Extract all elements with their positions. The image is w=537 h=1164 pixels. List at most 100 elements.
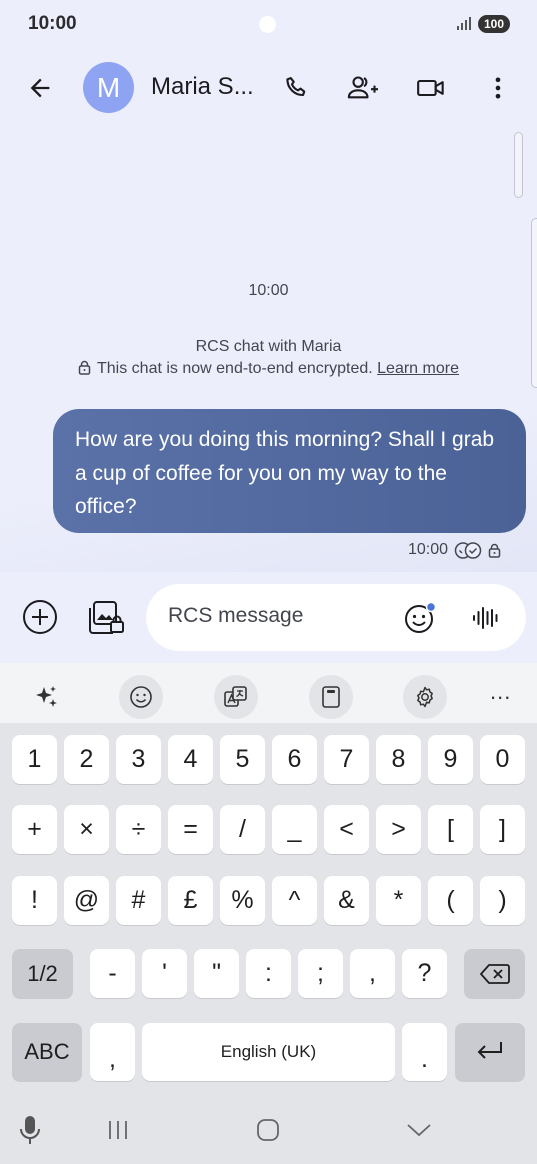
key-comma-symbol[interactable]: , xyxy=(350,949,395,998)
toolbar-more-button[interactable]: ... xyxy=(490,679,511,705)
key-double-quote[interactable]: " xyxy=(194,949,239,998)
key-plus[interactable]: + xyxy=(12,805,57,854)
sparkle-icon xyxy=(36,686,57,707)
key-multiply[interactable]: × xyxy=(64,805,109,854)
key-9[interactable]: 9 xyxy=(428,735,473,784)
gallery-lock-icon xyxy=(89,601,124,634)
status-bar: 10:00 100 xyxy=(0,0,537,48)
avatar[interactable]: M xyxy=(83,62,134,113)
key-hash[interactable]: # xyxy=(116,876,161,925)
key-divide[interactable]: ÷ xyxy=(116,805,161,854)
call-button[interactable] xyxy=(275,66,319,110)
encryption-text: This chat is now end-to-end encrypted. xyxy=(97,360,373,377)
learn-more-link[interactable]: Learn more xyxy=(377,360,459,377)
more-options-button[interactable] xyxy=(476,66,520,110)
key-4[interactable]: 4 xyxy=(168,735,213,784)
message-input[interactable] xyxy=(168,604,388,628)
key-pound[interactable]: £ xyxy=(168,876,213,925)
key-period[interactable]: . xyxy=(402,1023,447,1081)
key-open-bracket[interactable]: [ xyxy=(428,805,473,854)
keyboard-toolbar: ... xyxy=(0,663,537,723)
gallery-button[interactable] xyxy=(84,595,130,639)
scrollbar-thumb[interactable] xyxy=(514,132,523,198)
key-close-bracket[interactable]: ] xyxy=(480,805,525,854)
status-time: 10:00 xyxy=(28,13,77,34)
lock-icon xyxy=(488,543,501,558)
key-colon[interactable]: : xyxy=(246,949,291,998)
message-meta: 10:00 xyxy=(408,541,501,559)
key-hyphen[interactable]: - xyxy=(90,949,135,998)
key-3[interactable]: 3 xyxy=(116,735,161,784)
attach-button[interactable] xyxy=(18,595,62,639)
phone-icon xyxy=(286,77,306,97)
emoji-keyboard-button[interactable] xyxy=(119,675,163,719)
key-5[interactable]: 5 xyxy=(220,735,265,784)
backspace-icon xyxy=(479,963,510,984)
chevron-down-icon xyxy=(407,1124,431,1137)
key-6[interactable]: 6 xyxy=(272,735,317,784)
key-slash[interactable]: / xyxy=(220,805,265,854)
microphone-icon xyxy=(20,1116,40,1144)
key-7[interactable]: 7 xyxy=(324,735,369,784)
key-open-paren[interactable]: ( xyxy=(428,876,473,925)
rcs-chat-title: RCS chat with Maria xyxy=(195,338,342,355)
key-8[interactable]: 8 xyxy=(376,735,421,784)
back-button[interactable] xyxy=(18,66,62,110)
key-less-than[interactable]: < xyxy=(324,805,369,854)
hide-keyboard-button[interactable] xyxy=(399,1110,439,1150)
more-vert-icon xyxy=(495,77,501,99)
voice-message-button[interactable] xyxy=(464,596,508,640)
key-close-paren[interactable]: ) xyxy=(480,876,525,925)
video-call-button[interactable] xyxy=(409,66,453,110)
emoji-icon xyxy=(405,601,437,633)
audio-waveform-icon xyxy=(473,607,498,629)
navigation-bar xyxy=(0,1090,537,1164)
abc-key[interactable]: ABC xyxy=(12,1023,82,1081)
voice-input-button[interactable] xyxy=(10,1110,50,1150)
enter-key[interactable] xyxy=(455,1023,525,1081)
clipboard-icon xyxy=(322,686,340,708)
conversation-header: M Maria S... xyxy=(0,60,537,116)
key-at[interactable]: @ xyxy=(64,876,109,925)
keyboard-settings-button[interactable] xyxy=(403,675,447,719)
contact-name[interactable]: Maria S... xyxy=(151,73,254,101)
clipboard-button[interactable] xyxy=(309,675,353,719)
key-0[interactable]: 0 xyxy=(480,735,525,784)
key-ampersand[interactable]: & xyxy=(324,876,369,925)
keyboard: 1 2 3 4 5 6 7 8 9 0 + × ÷ = / _ < > [ ] … xyxy=(0,723,537,1090)
message-thread[interactable]: 10:00 RCS chat with Maria This chat is n… xyxy=(0,116,537,572)
translate-button[interactable] xyxy=(214,675,258,719)
translate-icon xyxy=(224,686,247,707)
key-underscore[interactable]: _ xyxy=(272,805,317,854)
space-key[interactable]: English (UK) xyxy=(142,1023,395,1081)
home-button[interactable] xyxy=(248,1110,288,1150)
key-asterisk[interactable]: * xyxy=(376,876,421,925)
symbols-page-key[interactable]: 1/2 xyxy=(12,949,73,998)
key-apostrophe[interactable]: ' xyxy=(142,949,187,998)
key-greater-than[interactable]: > xyxy=(376,805,421,854)
key-question[interactable]: ? xyxy=(402,949,447,998)
key-comma[interactable]: , xyxy=(90,1023,135,1081)
key-semicolon[interactable]: ; xyxy=(298,949,343,998)
ai-suggest-button[interactable] xyxy=(24,675,68,719)
gear-icon xyxy=(417,686,433,708)
key-equals[interactable]: = xyxy=(168,805,213,854)
key-exclamation[interactable]: ! xyxy=(12,876,57,925)
edge-panel-handle[interactable] xyxy=(531,218,537,388)
key-2[interactable]: 2 xyxy=(64,735,109,784)
read-receipt-icon xyxy=(454,541,482,559)
add-circle-icon xyxy=(23,600,57,634)
recent-apps-button[interactable] xyxy=(98,1110,138,1150)
lock-icon xyxy=(78,360,91,375)
sent-message-bubble[interactable]: How are you doing this morning? Shall I … xyxy=(53,409,526,533)
recents-icon xyxy=(109,1121,127,1139)
emoji-button[interactable] xyxy=(398,596,442,640)
add-participant-button[interactable] xyxy=(341,66,387,110)
backspace-key[interactable] xyxy=(464,949,525,998)
compose-field[interactable] xyxy=(146,584,526,651)
add-person-icon xyxy=(347,76,378,99)
compose-bar xyxy=(0,572,537,663)
key-percent[interactable]: % xyxy=(220,876,265,925)
key-1[interactable]: 1 xyxy=(12,735,57,784)
key-caret[interactable]: ^ xyxy=(272,876,317,925)
